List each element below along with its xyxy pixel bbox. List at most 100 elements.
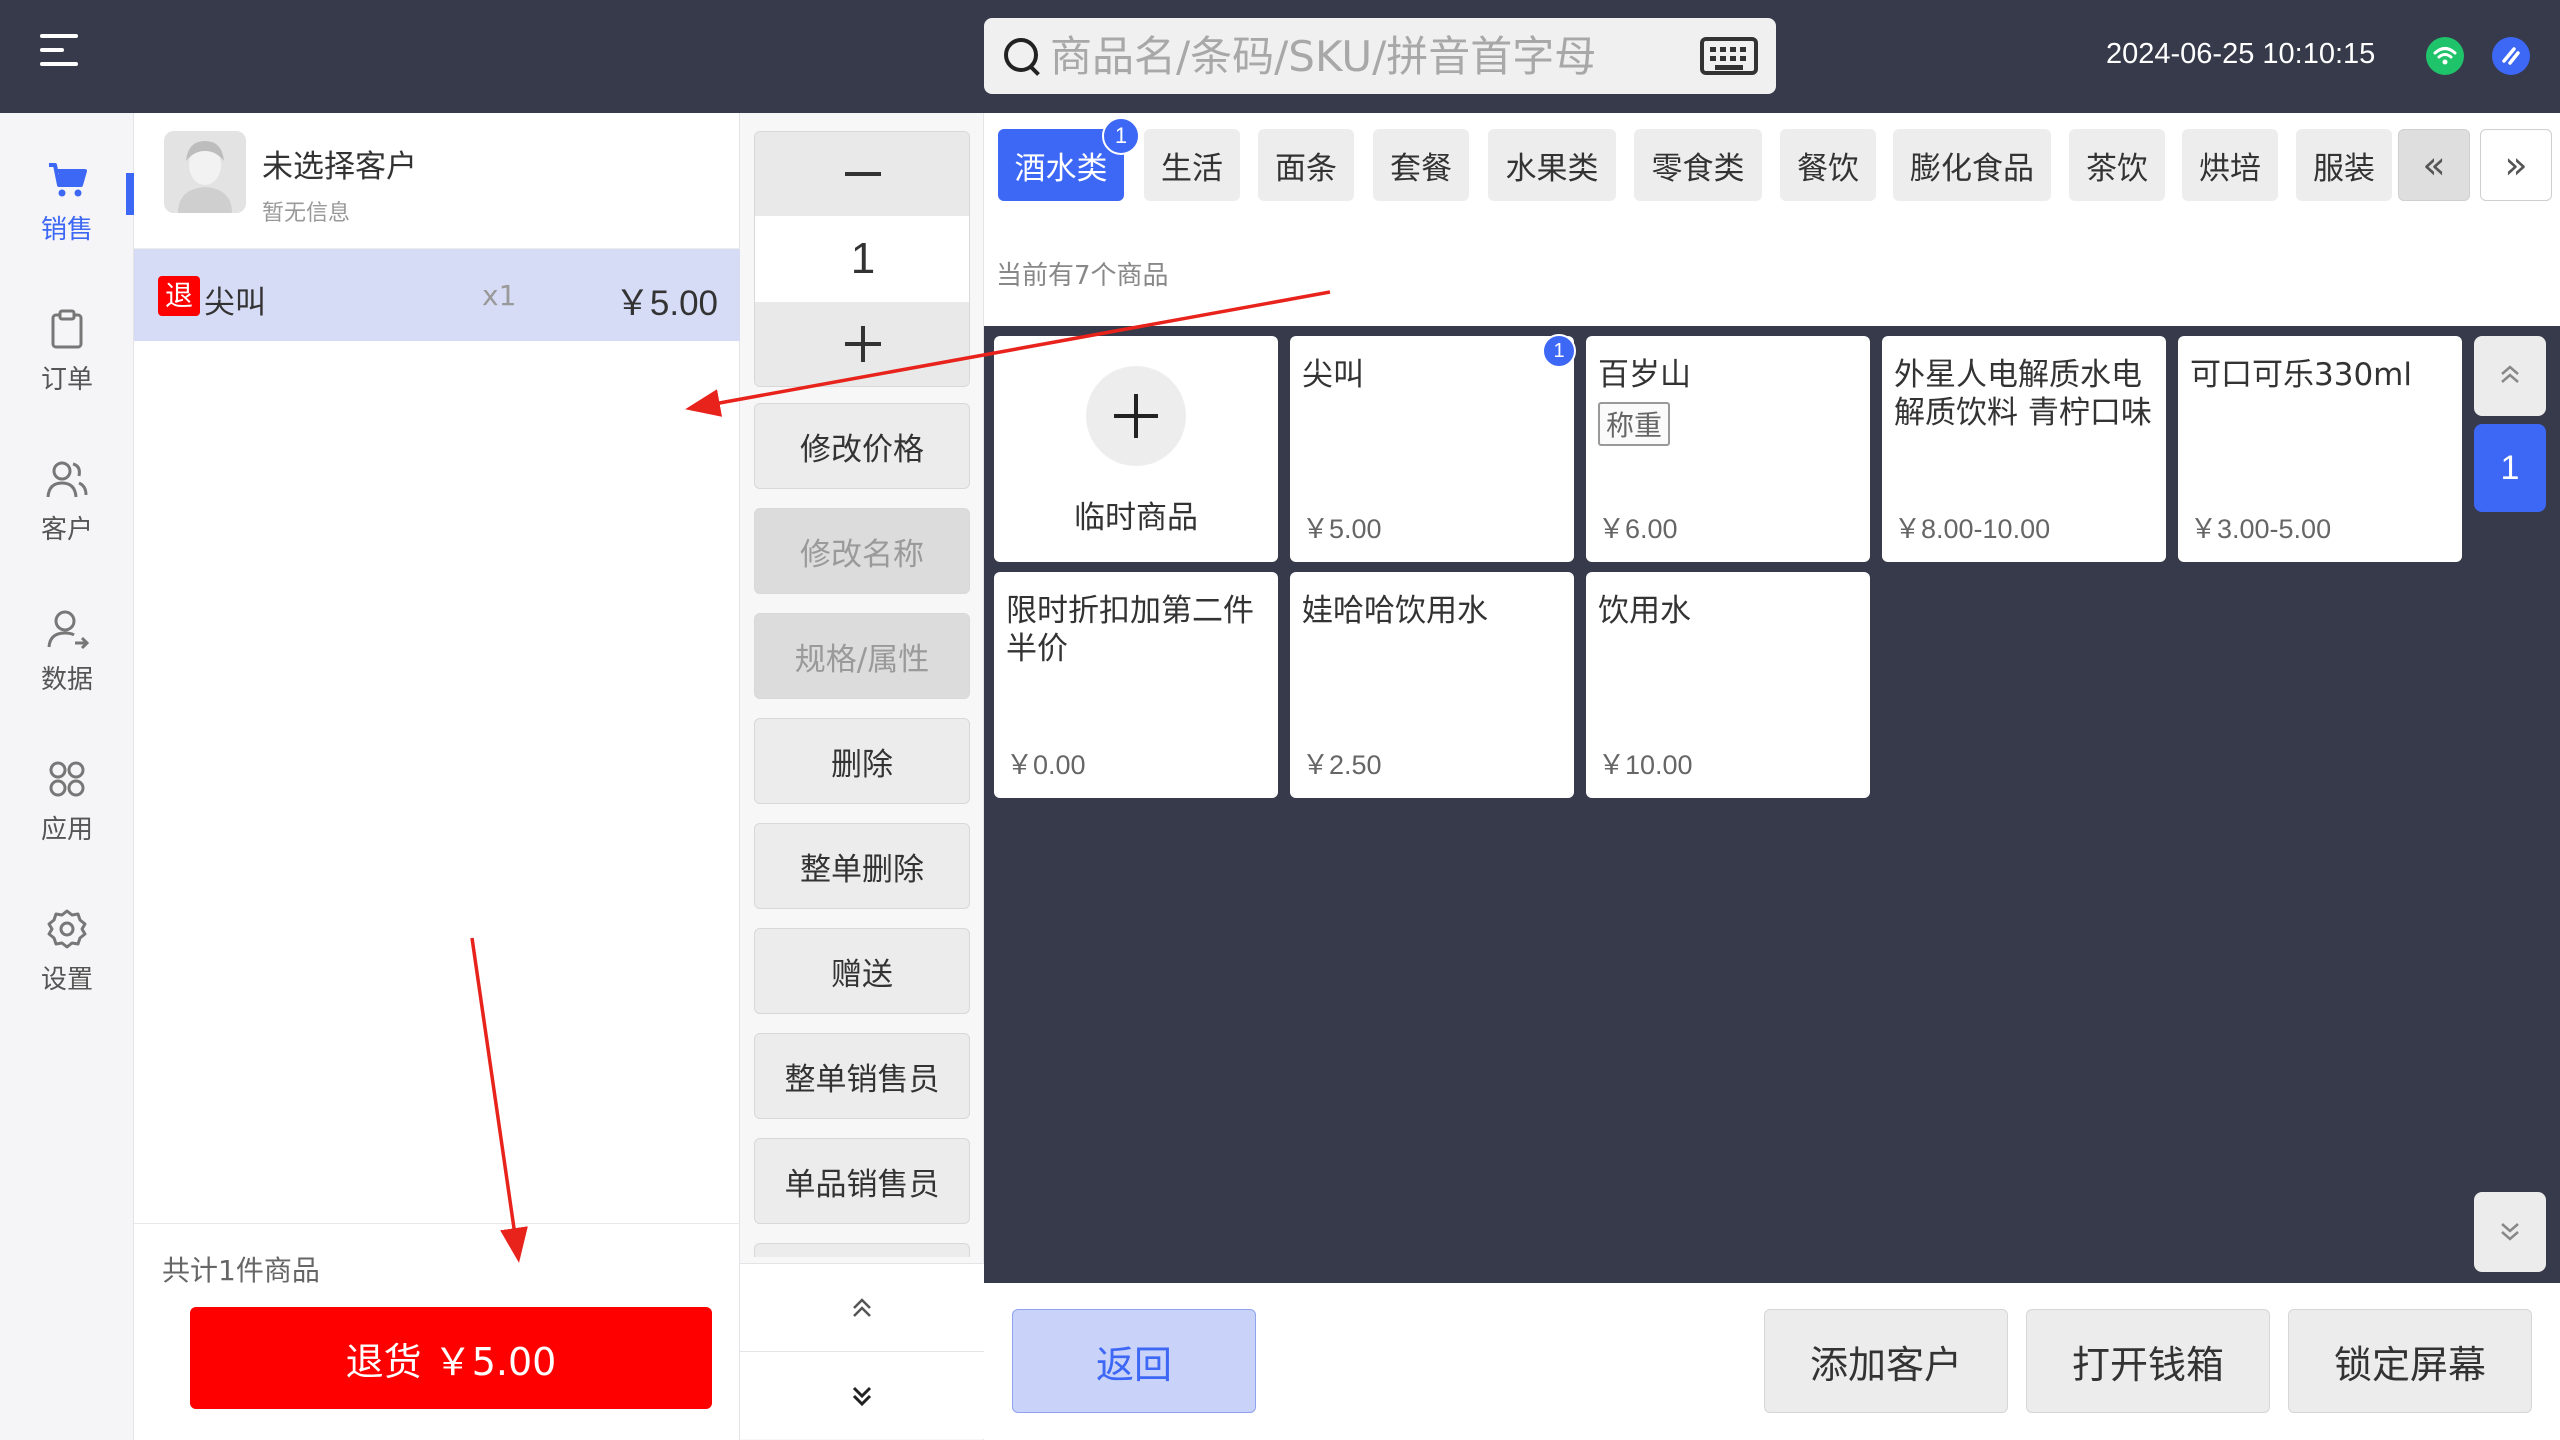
open-cash-drawer-button[interactable]: 打开钱箱: [2026, 1309, 2270, 1413]
product-card[interactable]: 外星人电解质水电解质饮料 青柠口味 ￥8.00-10.00: [1882, 336, 2166, 562]
keyboard-icon[interactable]: [1700, 37, 1758, 75]
category-tab-tea[interactable]: 茶饮: [2069, 129, 2165, 201]
delete-order-button[interactable]: 整单删除: [754, 823, 970, 909]
more-action-button[interactable]: [754, 1243, 970, 1257]
category-tab-dining[interactable]: 餐饮: [1780, 129, 1876, 201]
action-scroll-up-button[interactable]: [740, 1263, 984, 1351]
cart-row[interactable]: 退 尖叫 x1 ￥5.00: [134, 249, 740, 341]
search-bar[interactable]: [984, 18, 1776, 94]
datetime: 2024-06-25 10:10:15: [2106, 38, 2376, 70]
product-name: 外星人电解质水电解质饮料 青柠口味: [1894, 357, 2152, 431]
product-card[interactable]: 尖叫 ￥5.00 1: [1290, 334, 1576, 562]
category-tab-noodles[interactable]: 面条: [1258, 129, 1354, 201]
nav-item-apps[interactable]: 应用: [0, 713, 134, 853]
nav-label-customers: 客户: [40, 515, 93, 545]
item-salesperson-button[interactable]: 单品销售员: [754, 1138, 970, 1224]
quantity-decrease-button[interactable]: [755, 132, 969, 216]
category-tab-combo[interactable]: 套餐: [1373, 129, 1469, 201]
product-card[interactable]: 限时折扣加第二件半价 ￥0.00: [994, 572, 1278, 798]
users-icon: [46, 461, 88, 498]
cart-item-price: ￥5.00: [614, 284, 718, 323]
temp-product-label: 临时商品: [1074, 500, 1198, 536]
sync-icon[interactable]: [2492, 37, 2530, 75]
nav-item-orders[interactable]: 订单: [0, 263, 134, 403]
order-salesperson-button[interactable]: 整单销售员: [754, 1033, 970, 1119]
search-input[interactable]: [1042, 31, 1700, 81]
lock-screen-button[interactable]: 锁定屏幕: [2288, 1309, 2532, 1413]
customer-info: 暂无信息: [262, 201, 351, 226]
nav-item-data[interactable]: 数据: [0, 563, 134, 703]
product-name: 尖叫: [1302, 357, 1364, 393]
quantity-value[interactable]: 1: [755, 216, 969, 302]
plus-icon: [1086, 366, 1186, 466]
category-prev-button[interactable]: «: [2398, 129, 2470, 201]
product-card[interactable]: 饮用水 ￥10.00: [1586, 572, 1870, 798]
page-up-button[interactable]: [2474, 336, 2546, 416]
gift-button[interactable]: 赠送: [754, 928, 970, 1014]
search-icon: [1002, 36, 1042, 76]
page-number[interactable]: 1: [2474, 424, 2546, 512]
category-tab-life[interactable]: 生活: [1144, 129, 1240, 201]
action-panel: 1 修改价格 修改名称 规格/属性 删除 整单删除 赠送 整单销售员 单品销售员: [740, 113, 984, 1440]
nav-label-apps: 应用: [40, 815, 93, 845]
apps-grid-icon: [49, 761, 85, 797]
chevron-double-down-icon: [852, 1386, 872, 1407]
gear-icon: [47, 909, 87, 949]
nav-label-data: 数据: [40, 665, 93, 695]
category-tab-puffed-food[interactable]: 膨化食品: [1893, 129, 2051, 201]
cart-item-name: 尖叫: [204, 285, 266, 321]
edit-price-button[interactable]: 修改价格: [754, 403, 970, 489]
quantity-increase-button[interactable]: [755, 302, 969, 386]
nav-item-sales[interactable]: 销售: [0, 113, 134, 253]
category-tab-drinks[interactable]: 酒水类 1: [998, 117, 1140, 201]
category-badge: 1: [1102, 117, 1140, 155]
cart-icon: [49, 163, 87, 197]
product-name: 可口可乐330ml: [2190, 357, 2412, 393]
spec-attribute-button[interactable]: 规格/属性: [754, 613, 970, 699]
category-bar: 酒水类 1 生活 面条 套餐 水果类 零食类 餐饮 膨化食品 茶饮 烘培 服装 …: [984, 113, 2560, 326]
refund-tag: 退: [158, 276, 200, 316]
category-tab-clothing[interactable]: 服装: [2296, 129, 2392, 201]
edit-name-button[interactable]: 修改名称: [754, 508, 970, 594]
category-tab-snacks[interactable]: 零食类: [1634, 129, 1762, 201]
product-price: ￥5.00: [1302, 514, 1382, 544]
cart-panel: 未选择客户 暂无信息 退 尖叫 x1 ￥5.00 共计1件商品 退货 ￥5.00: [134, 113, 740, 1440]
category-tab-fruit[interactable]: 水果类: [1488, 129, 1616, 201]
customer-name: 未选择客户: [262, 149, 417, 185]
category-next-button[interactable]: »: [2480, 129, 2552, 201]
delete-button[interactable]: 删除: [754, 718, 970, 804]
cart-item-qty: x1: [482, 279, 517, 312]
add-customer-button[interactable]: 添加客户: [1764, 1309, 2008, 1413]
nav-item-customers[interactable]: 客户: [0, 413, 134, 553]
menu-icon[interactable]: [40, 34, 78, 68]
left-nav: 销售 订单 客户 数据 应用 设置: [0, 113, 134, 1440]
category-label: 酒水类: [1014, 150, 1108, 187]
top-bar: 2024-06-25 10:10:15: [0, 0, 2560, 113]
chevron-double-up-icon: [853, 1298, 871, 1317]
customer-selector[interactable]: 未选择客户 暂无信息: [134, 113, 740, 249]
product-count: 当前有7个商品: [996, 261, 1169, 291]
refund-button[interactable]: 退货 ￥5.00: [190, 1307, 712, 1409]
temp-product-card[interactable]: 临时商品: [994, 336, 1278, 562]
back-button[interactable]: 返回: [1012, 1309, 1256, 1413]
weighing-tag: 称重: [1598, 402, 1671, 446]
chevron-double-down-icon: [2501, 1223, 2519, 1241]
wifi-icon[interactable]: [2426, 37, 2464, 75]
category-tab-bakery[interactable]: 烘培: [2182, 129, 2278, 201]
nav-label-sales: 销售: [40, 215, 93, 245]
avatar: [164, 131, 246, 213]
product-card[interactable]: 可口可乐330ml ￥3.00-5.00: [2178, 336, 2462, 562]
action-scroll-down-button[interactable]: [740, 1351, 984, 1439]
product-price: ￥3.00-5.00: [2190, 514, 2332, 544]
product-name: 限时折扣加第二件半价: [1006, 593, 1254, 667]
product-card[interactable]: 娃哈哈饮用水 ￥2.50: [1290, 572, 1574, 798]
nav-label-settings: 设置: [40, 965, 93, 995]
nav-label-orders: 订单: [40, 365, 93, 395]
bottom-bar: 返回 添加客户 打开钱箱 锁定屏幕: [984, 1283, 2560, 1440]
product-card[interactable]: 百岁山 称重 ￥6.00: [1586, 336, 1870, 562]
product-name: 娃哈哈饮用水: [1302, 593, 1488, 629]
nav-item-settings[interactable]: 设置: [0, 863, 134, 1003]
product-count-badge: 1: [1542, 334, 1576, 368]
page-down-button[interactable]: [2474, 1192, 2546, 1272]
product-name: 饮用水: [1598, 593, 1691, 629]
